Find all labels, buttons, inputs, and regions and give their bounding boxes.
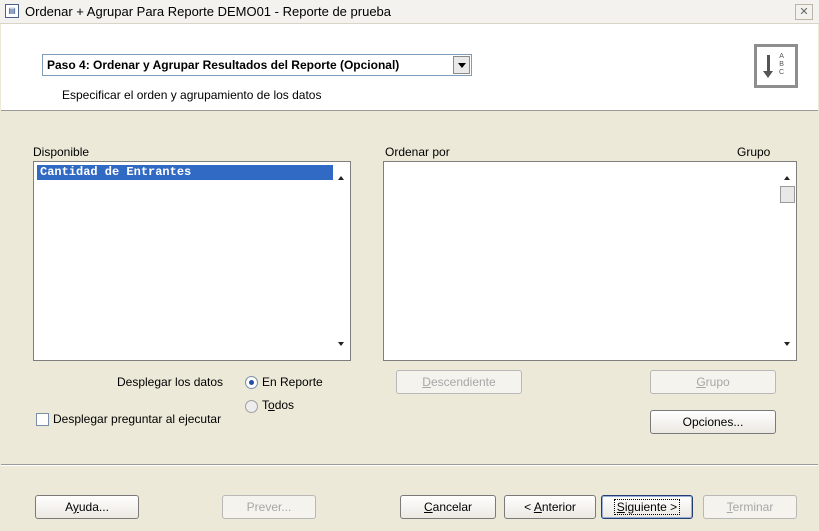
radio-todos-label: Todos <box>262 398 295 412</box>
prompt-on-run-checkbox[interactable] <box>36 413 49 426</box>
step-select-value: Paso 4: Ordenar y Agrupar Resultados del… <box>47 58 400 72</box>
available-scrollbar[interactable] <box>333 162 350 360</box>
step-select[interactable]: Paso 4: Ordenar y Agrupar Resultados del… <box>42 54 472 76</box>
previous-button[interactable]: < Anterior <box>504 495 596 519</box>
list-item[interactable]: Cantidad de Entrantes <box>37 165 335 180</box>
window-title: Ordenar + Agrupar Para Reporte DEMO01 - … <box>25 4 392 19</box>
help-button[interactable]: Ayuda... <box>35 495 139 519</box>
available-label: Disponible <box>33 145 90 159</box>
radio-en-reporte-label: En Reporte <box>262 375 323 389</box>
scroll-up-icon[interactable] <box>784 176 790 180</box>
order-by-list[interactable] <box>383 161 797 361</box>
scroll-down-icon[interactable] <box>784 342 790 346</box>
group-button[interactable]: Grupo <box>650 370 776 394</box>
order-by-label: Ordenar por <box>385 145 450 159</box>
cancel-button[interactable]: Cancelar <box>400 495 496 519</box>
radio-en-reporte[interactable] <box>245 376 258 389</box>
report-icon: ▤ <box>5 4 19 18</box>
sort-ascending-icon: ABC <box>754 44 798 88</box>
group-column-label: Grupo <box>737 145 771 159</box>
title-bar[interactable]: ▤ Ordenar + Agrupar Para Reporte DEMO01 … <box>0 0 819 24</box>
scroll-thumb[interactable] <box>780 186 795 203</box>
radio-todos[interactable] <box>245 400 258 413</box>
close-icon: ✕ <box>799 6 809 18</box>
options-button[interactable]: Opciones... <box>650 410 776 434</box>
descending-button[interactable]: Descendiente <box>396 370 522 394</box>
sort-logo-letters: ABC <box>779 53 785 76</box>
preview-button[interactable]: Prever... <box>222 495 316 519</box>
chevron-down-icon[interactable] <box>453 56 470 74</box>
order-by-scrollbar[interactable] <box>779 162 796 360</box>
close-button[interactable]: ✕ <box>795 4 813 20</box>
display-data-label: Desplegar los datos <box>117 375 224 389</box>
prompt-on-run-label: Desplegar preguntar al ejecutar <box>53 412 222 426</box>
scroll-up-icon[interactable] <box>338 176 344 180</box>
available-list[interactable]: Cantidad de Entrantes <box>33 161 351 361</box>
next-button[interactable]: Siguiente > <box>601 495 693 519</box>
scroll-down-icon[interactable] <box>338 342 344 346</box>
finish-button[interactable]: Terminar <box>703 495 797 519</box>
step-description: Especificar el orden y agrupamiento de l… <box>62 88 322 102</box>
